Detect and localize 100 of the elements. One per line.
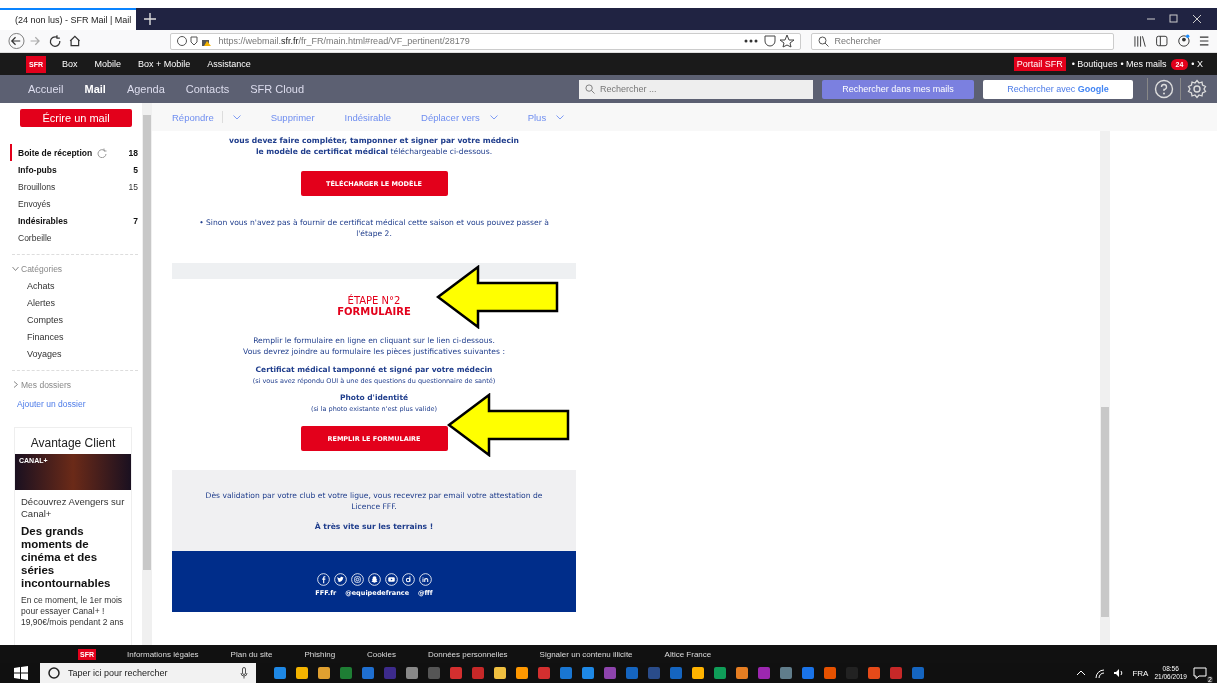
folder-item[interactable]: Brouillons 15 <box>10 178 142 195</box>
app-tile-icon[interactable] <box>692 667 704 679</box>
top-nav-link[interactable]: • Boutiques <box>1071 59 1118 69</box>
chevron-icon[interactable] <box>12 381 19 388</box>
category-item[interactable]: Comptes <box>27 311 142 328</box>
language-indicator[interactable]: FRA <box>1132 668 1149 678</box>
help-icon[interactable] <box>1154 79 1174 99</box>
folder-item[interactable]: Info-pubs 5 <box>10 161 142 178</box>
portal-link[interactable]: Portail SFR <box>1013 57 1066 71</box>
app-tile-icon[interactable] <box>736 667 748 679</box>
browser-tab[interactable]: (24 non lus) - SFR Mail | Mail <box>0 8 136 30</box>
app-tile-icon[interactable] <box>362 667 374 679</box>
footer-link[interactable]: Altice France <box>664 649 712 659</box>
app-tile-icon[interactable] <box>670 667 682 679</box>
ad-headline: Des grands moments de cinéma et des séries incontournables <box>20 524 112 590</box>
app-tile-icon[interactable] <box>406 667 418 679</box>
close-link[interactable]: • X <box>1191 59 1203 69</box>
category-item[interactable]: Achats <box>27 277 142 294</box>
compose-button[interactable]: Écrire un mail <box>20 109 132 127</box>
nav-tab[interactable]: Contacts <box>185 83 230 95</box>
top-nav-link[interactable]: • Mes mails <box>1120 59 1167 69</box>
footer-link[interactable]: Phishing <box>304 649 336 659</box>
app-tile-icon[interactable] <box>626 667 638 679</box>
search-mails-button[interactable]: Rechercher dans mes mails <box>822 79 974 99</box>
app-tile-icon[interactable] <box>560 667 572 679</box>
footer-link[interactable]: Données personnelles <box>428 649 508 659</box>
app-tile-icon[interactable] <box>780 667 792 679</box>
app-tile-icon[interactable] <box>758 667 770 679</box>
site-info-icon <box>176 35 213 47</box>
folder-item[interactable]: Corbeille <box>10 229 142 246</box>
taskbar-search-field[interactable]: Taper ici pour rechercher <box>40 663 256 683</box>
nav-tab[interactable]: Accueil <box>28 83 64 95</box>
footer-link[interactable]: Cookies <box>367 649 396 659</box>
navigation-buttons-icon[interactable] <box>8 32 80 50</box>
folder-item[interactable]: Envoyés <box>10 195 142 212</box>
windows-start-icon[interactable] <box>14 666 28 680</box>
url-text: https://webmail.sfr.fr/fr_FR/main.html#read/VF_pertinent/28179 <box>218 36 470 46</box>
google-search-button[interactable]: Rechercher avec Google <box>983 79 1133 99</box>
search-icon <box>818 35 830 47</box>
app-tile-icon[interactable] <box>318 667 330 679</box>
nav-tab[interactable]: SFR Cloud <box>250 83 305 95</box>
app-tile-icon[interactable] <box>274 667 286 679</box>
youtube-icon[interactable] <box>384 572 398 586</box>
settings-icon[interactable] <box>1187 79 1207 99</box>
folder-item[interactable]: Indésirables 7 <box>10 212 142 229</box>
app-tile-icon[interactable] <box>494 667 506 679</box>
app-tile-icon[interactable] <box>384 667 396 679</box>
app-tile-icon[interactable] <box>604 667 616 679</box>
app-tile-icon[interactable] <box>450 667 462 679</box>
footer-link[interactable]: Signaler un contenu illicite <box>539 649 633 659</box>
message-scrollbar[interactable] <box>1100 131 1110 645</box>
linkedin-icon[interactable] <box>418 572 432 586</box>
app-tile-icon[interactable] <box>714 667 726 679</box>
top-nav-link[interactable]: Box + Mobile <box>138 59 191 69</box>
app-tile-icon[interactable] <box>648 667 660 679</box>
sidebar-scrollbar[interactable] <box>142 103 152 645</box>
footer-link[interactable]: Plan du site <box>230 649 273 659</box>
chevron-down-icon[interactable] <box>232 114 241 120</box>
app-tile-icon[interactable] <box>802 667 814 679</box>
category-item[interactable]: Alertes <box>27 294 142 311</box>
app-tile-icon[interactable] <box>912 667 924 679</box>
add-folder-link[interactable]: Ajouter un dossier <box>17 399 142 409</box>
nav-tab[interactable]: Agenda <box>126 83 165 95</box>
instagram-icon[interactable] <box>350 572 364 586</box>
toolbar-icons[interactable] <box>1133 34 1209 48</box>
refresh-icon[interactable] <box>97 147 108 158</box>
browser-search-field[interactable]: Rechercher <box>811 32 1114 50</box>
address-bar[interactable]: https://webmail.sfr.fr/fr_FR/main.html#read/VF_pertinent/28179 <box>169 32 802 50</box>
mail-search-field[interactable]: Rechercher ... <box>579 79 813 99</box>
facebook-icon[interactable] <box>316 572 330 586</box>
twitter-icon[interactable] <box>333 572 347 586</box>
ad-text: En ce moment, le 1er mois pour essayer Canal+ ! 19,90€/mois pendant 2 ans <box>20 594 125 628</box>
app-tile-icon[interactable] <box>582 667 594 679</box>
app-tile-icon[interactable] <box>516 667 528 679</box>
footer-link[interactable]: Informations légales <box>127 649 199 659</box>
top-nav-link[interactable]: Assistance <box>207 59 251 69</box>
chevron-icon[interactable] <box>12 265 19 272</box>
top-nav-link[interactable]: Box <box>62 59 78 69</box>
folder-group-toggle[interactable]: Mes dossiers <box>12 376 142 393</box>
app-tile-icon[interactable] <box>296 667 308 679</box>
app-tile-icon[interactable] <box>428 667 440 679</box>
app-tile-icon[interactable] <box>868 667 880 679</box>
category-item[interactable]: Voyages <box>27 345 142 362</box>
app-tile-icon[interactable] <box>890 667 902 679</box>
snapchat-icon[interactable] <box>367 572 381 586</box>
chevron-down-icon[interactable] <box>556 114 565 120</box>
app-tile-icon[interactable] <box>340 667 352 679</box>
bookmark-icons[interactable] <box>764 34 795 48</box>
top-nav-link[interactable]: Mobile <box>94 59 122 69</box>
dailymotion-icon[interactable] <box>401 572 415 586</box>
nav-tab[interactable]: Mail <box>84 83 106 95</box>
folder-group-toggle[interactable]: Catégories <box>12 260 142 277</box>
chevron-down-icon[interactable] <box>489 114 498 120</box>
app-tile-icon[interactable] <box>824 667 836 679</box>
app-tile-icon[interactable] <box>538 667 550 679</box>
microphone-icon[interactable] <box>240 667 248 679</box>
more-actions-icon[interactable] <box>744 39 759 43</box>
category-item[interactable]: Finances <box>27 328 142 345</box>
app-tile-icon[interactable] <box>472 667 484 679</box>
new-tab-icon[interactable] <box>144 13 156 25</box>
